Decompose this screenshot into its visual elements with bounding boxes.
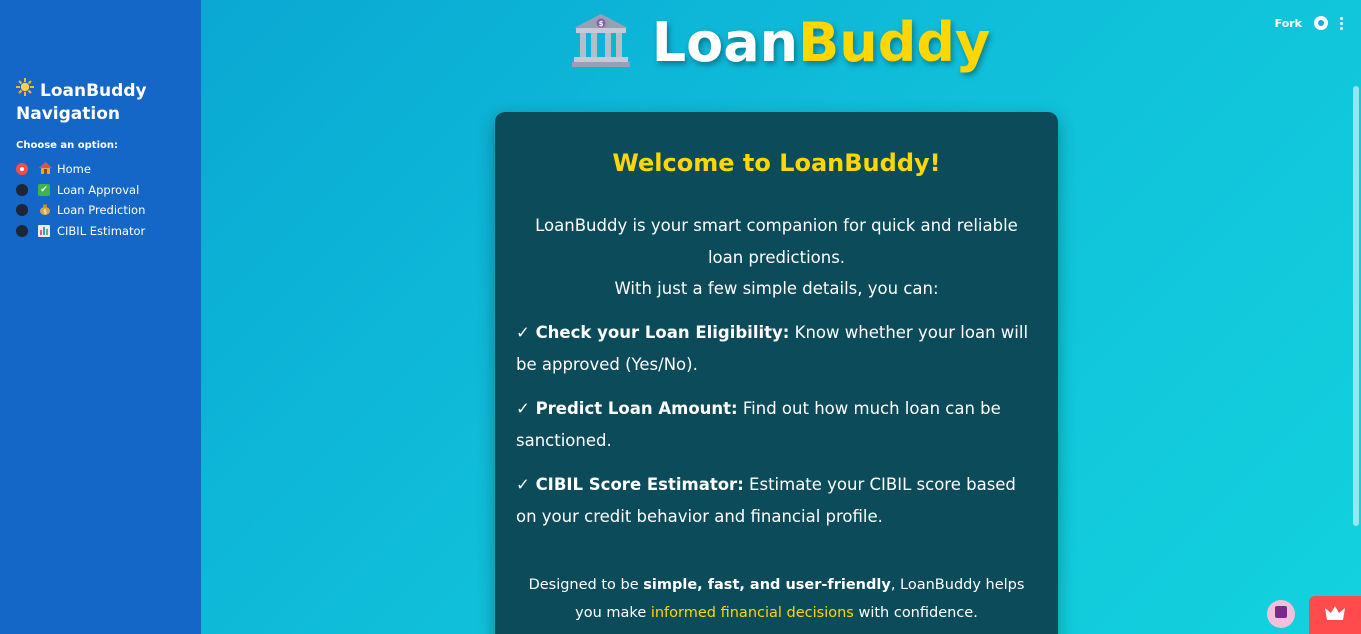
feature-title: Check your Loan Eligibility: [535,322,790,342]
bar-chart-icon [38,224,50,237]
app-title-part2: Buddy [798,11,991,74]
feature-cibil-estimator: ✓ CIBIL Score Estimator: Estimate your C… [516,469,1037,533]
money-bag-icon: $ [37,203,53,218]
check-icon: ✓ [516,322,530,342]
feature-title: CIBIL Score Estimator: [535,474,744,494]
avatar[interactable] [1267,600,1295,628]
card-footer-text: Designed to be simple, fast, and user-fr… [516,571,1037,627]
intro-line1: LoanBuddy is your smart companion for qu… [535,216,1018,267]
choose-option-label: Choose an option: [16,140,118,151]
feature-predict-amount: ✓ Predict Loan Amount: Find out how much… [516,393,1037,457]
scrollbar[interactable] [1353,86,1359,526]
radio-button[interactable] [16,183,28,196]
intro-line2: With just a few simple details, you can: [614,279,939,298]
feature-eligibility: ✓ Check your Loan Eligibility: Know whet… [516,317,1037,381]
feature-title: Predict Loan Amount: [535,398,738,418]
sidebar-title: LoanBuddy Navigation [16,78,185,126]
app-title-part1: Loan [651,11,799,74]
check-icon: ✓ [516,474,530,494]
radio-option-loan-prediction[interactable]: $ Loan Prediction [16,200,185,221]
intro-text: LoanBuddy is your smart companion for qu… [516,210,1037,305]
welcome-card: Welcome to LoanBuddy! LoanBuddy is your … [495,112,1058,634]
svg-text:$: $ [43,208,47,215]
check-mark-icon: ✔ [38,183,50,196]
radio-button[interactable] [16,204,28,217]
footer-prefix: Designed to be [528,576,644,593]
main-content: Fork $ LoanBuddy Welcome to LoanBuddy! L… [201,0,1361,634]
radio-button-selected[interactable] [16,163,28,176]
radio-option-cibil-estimator[interactable]: CIBIL Estimator [16,221,185,242]
radio-option-home[interactable]: Home [16,159,185,180]
bank-icon: $ [571,12,630,68]
house-icon [37,161,53,177]
sidebar-title-text: LoanBuddy Navigation [16,81,147,124]
radio-option-label: Loan Approval [57,182,140,197]
radio-option-label: Loan Prediction [57,203,146,218]
radio-button[interactable] [16,224,28,237]
footer-suffix: with confidence. [853,604,978,621]
radio-option-loan-approval[interactable]: ✔ Loan Approval [16,180,185,201]
sun-icon [16,78,34,103]
footer-highlight: informed financial decisions [650,604,854,621]
app-title: $ LoanBuddy [201,8,1361,78]
svg-text:$: $ [598,20,603,28]
radio-option-label: Home [57,162,91,177]
card-title: Welcome to LoanBuddy! [612,149,941,177]
footer-bold: simple, fast, and user-friendly [643,576,891,593]
check-icon: ✓ [516,398,530,418]
sidebar: LoanBuddy Navigation Choose an option: H… [0,0,201,634]
radio-option-label: CIBIL Estimator [57,223,146,238]
crown-icon[interactable] [1309,596,1361,634]
navigation-radio-group: Home ✔ Loan Approval $ Loan Prediction C… [16,159,185,241]
